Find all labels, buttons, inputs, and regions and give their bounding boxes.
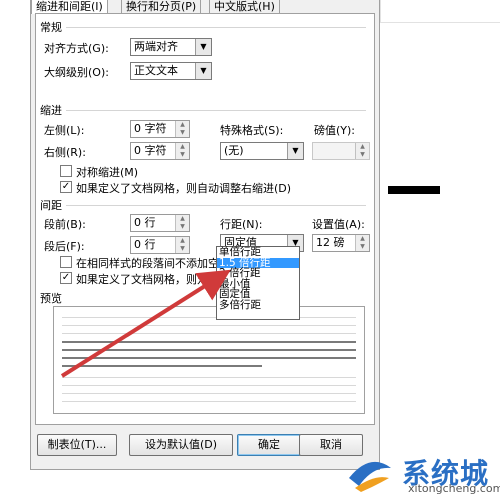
- logo-icon: [349, 461, 391, 492]
- arrow-annotation-icon: [60, 269, 231, 378]
- watermark-url: xitongcheng.com: [408, 482, 500, 495]
